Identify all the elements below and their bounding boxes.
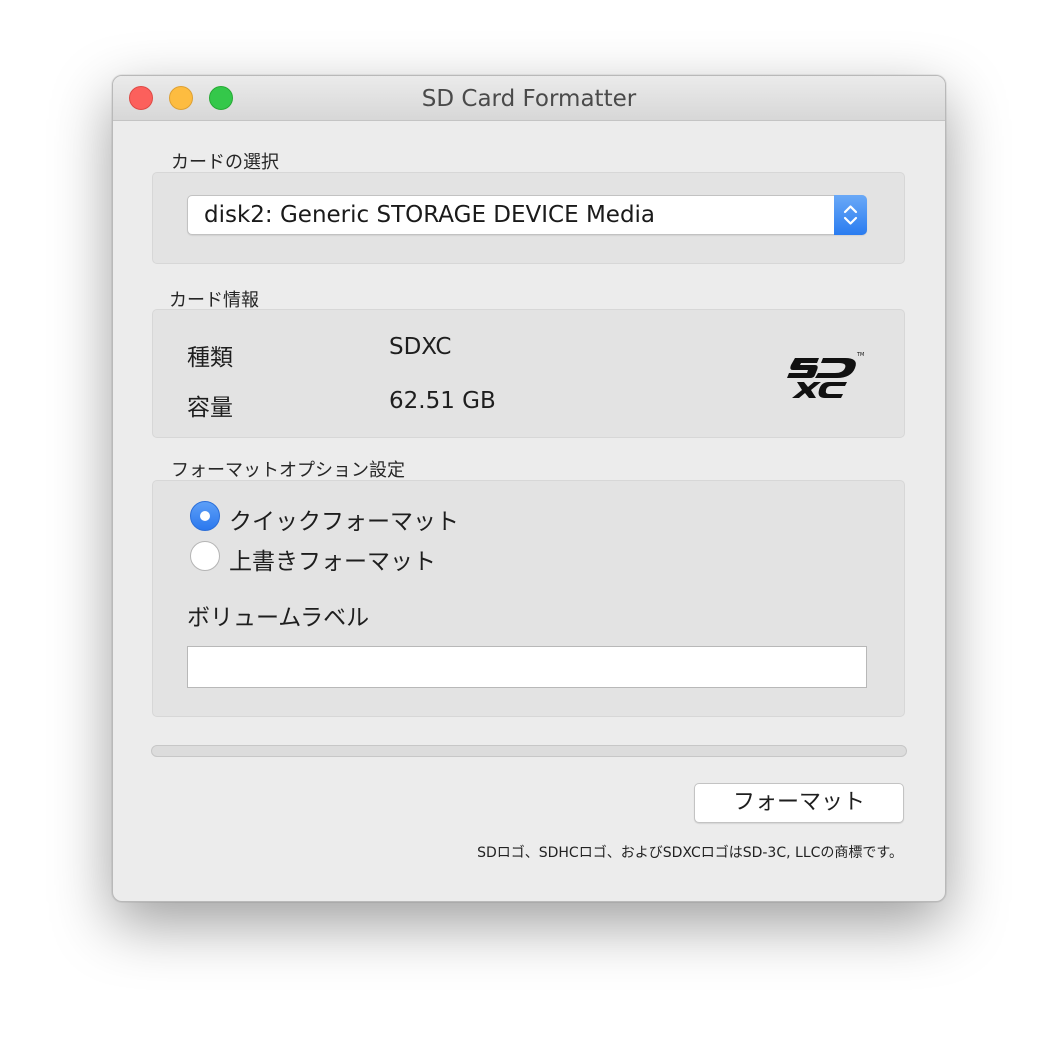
- popup-stepper-icon[interactable]: [834, 195, 867, 235]
- app-window: SD Card Formatter カードの選択 disk2: Generic …: [112, 75, 946, 902]
- minimize-button[interactable]: [169, 86, 193, 110]
- radio-dot: [200, 511, 210, 521]
- card-type-label: 種類: [187, 345, 233, 371]
- card-capacity-value: 62.51 GB: [389, 388, 496, 414]
- card-capacity-label: 容量: [187, 395, 233, 421]
- window-title: SD Card Formatter: [421, 86, 637, 112]
- sdxc-logo-icon: TM: [787, 352, 864, 398]
- svg-text:TM: TM: [856, 352, 864, 358]
- card-select-popup[interactable]: disk2: Generic STORAGE DEVICE Media: [187, 195, 867, 235]
- volume-label-input[interactable]: [187, 646, 867, 688]
- format-progress-bar: [151, 745, 907, 757]
- volume-label-title: ボリュームラベル: [187, 605, 370, 631]
- overwrite-format-label[interactable]: 上書きフォーマット: [229, 542, 436, 576]
- chevron-up-down-icon: [843, 205, 858, 225]
- format-button[interactable]: フォーマット: [694, 783, 904, 823]
- trademark-footnote: SDロゴ、SDHCロゴ、およびSDXCロゴはSD-3C, LLCの商標です。: [477, 845, 903, 861]
- format-options-label: フォーマットオプション設定: [171, 460, 405, 481]
- overwrite-format-radio[interactable]: [190, 541, 220, 571]
- quick-format-radio[interactable]: [190, 501, 220, 531]
- card-type-value: SDXC: [389, 334, 452, 360]
- close-button[interactable]: [129, 86, 153, 110]
- card-select-label: カードの選択: [171, 152, 279, 173]
- title-bar[interactable]: SD Card Formatter: [113, 76, 945, 121]
- card-select-value: disk2: Generic STORAGE DEVICE Media: [204, 202, 656, 228]
- quick-format-label[interactable]: クイックフォーマット: [229, 502, 459, 536]
- zoom-button[interactable]: [209, 86, 233, 110]
